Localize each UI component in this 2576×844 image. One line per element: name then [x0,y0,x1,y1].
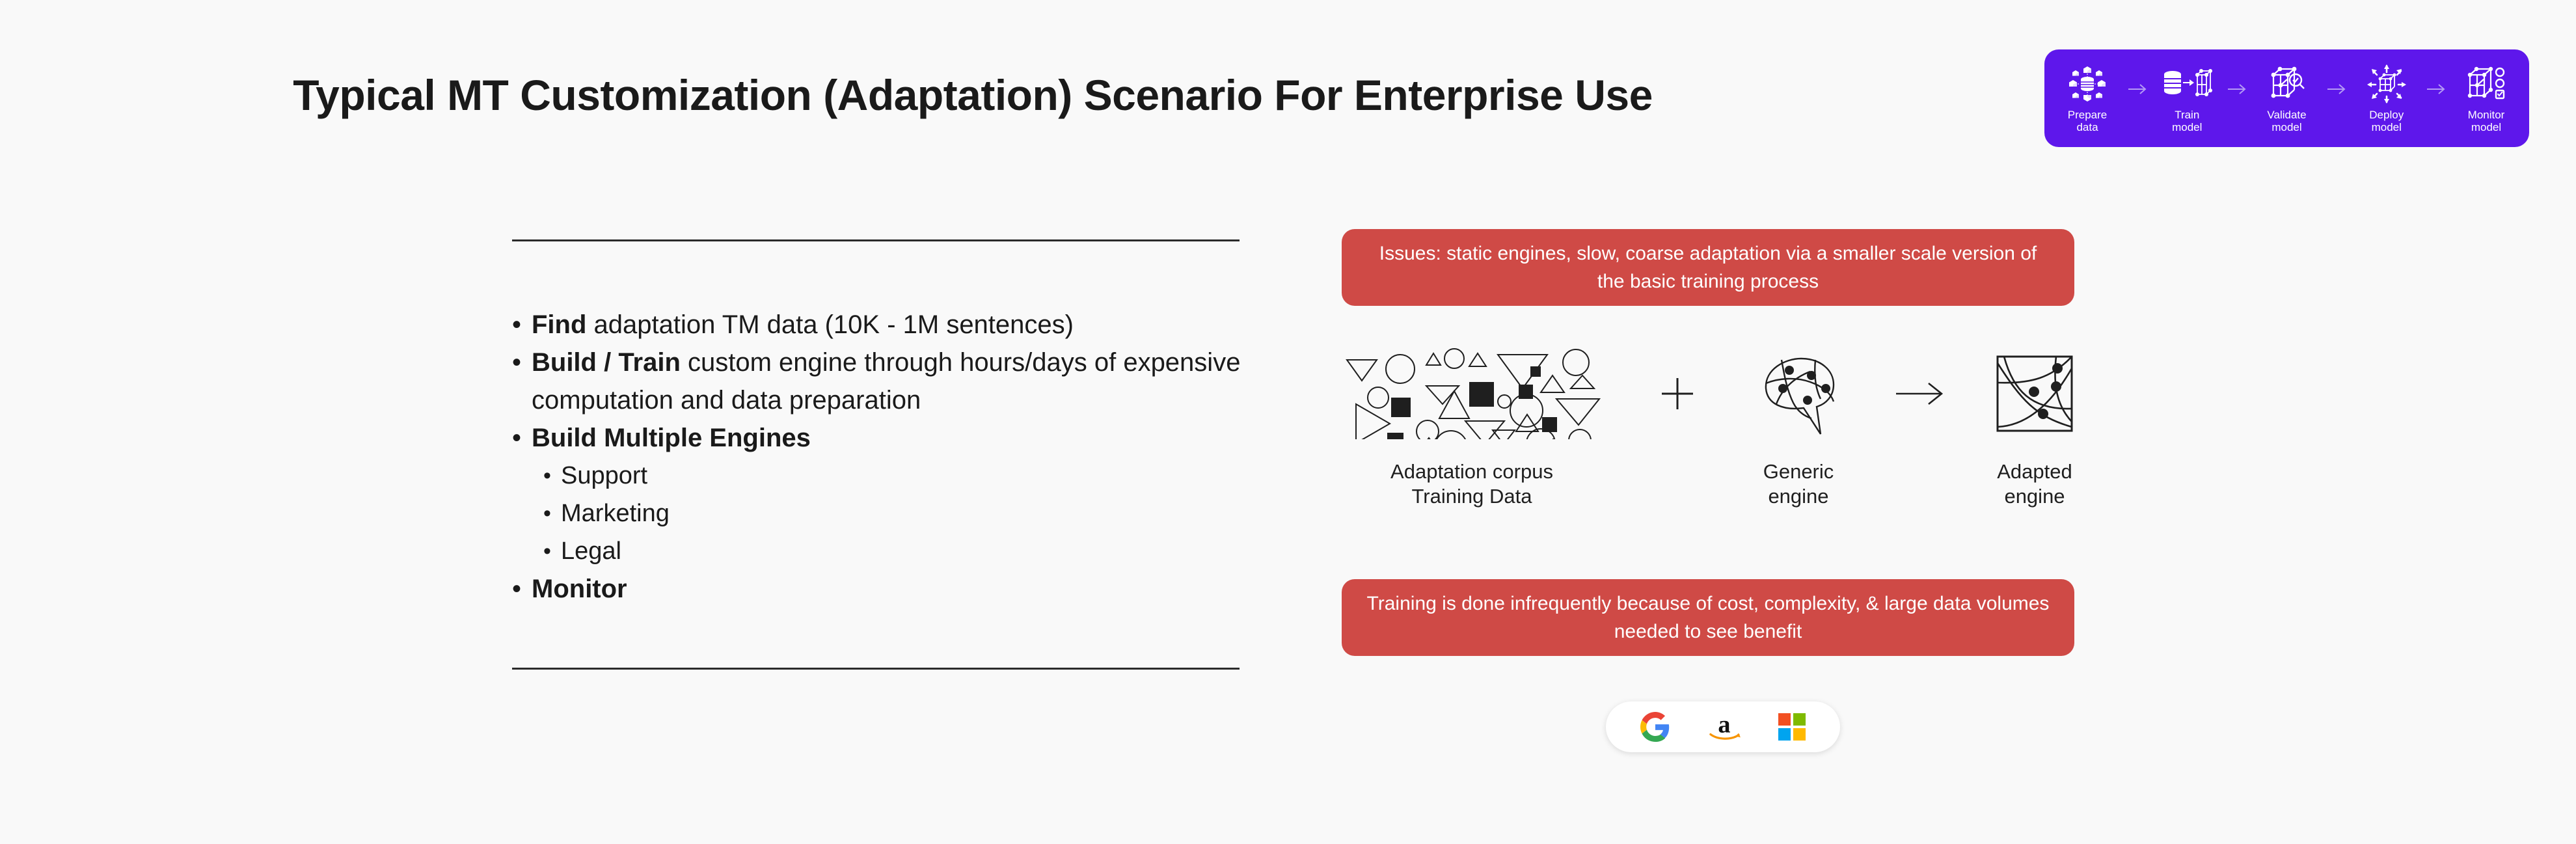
pipeline-step-label: Train model [2172,109,2203,133]
flow-label-corpus: Adaptation corpus Training Data [1390,460,1553,508]
list-item: • Build Multiple Engines [512,419,1247,457]
flow-label-generic-engine: Generic engine [1763,460,1834,508]
pipeline-arrow-4 [2425,83,2447,95]
divider-top [512,239,1240,241]
pipeline-step-label: Deploy model [2369,109,2404,133]
amazon-logo: a [1705,712,1743,742]
pipeline-arrow-3 [2325,83,2348,95]
adaptation-flow-diagram: Adaptation corpus Training Data Generic … [1342,345,2074,547]
sub-list-item: • Legal [512,532,1247,570]
flow-label-adapted-engine: Adapted engine [1997,460,2072,508]
sub-list-item-text: Support [561,462,648,489]
sub-list-item: • Support [512,457,1247,495]
list-item: • Find adaptation TM data (10K - 1M sent… [512,306,1247,344]
list-item-text: Find adaptation TM data (10K - 1M senten… [532,306,1247,344]
ml-pipeline-badge: Prepare data Train model Validate model … [2044,49,2529,147]
bullet-dot-icon: • [512,424,522,452]
pipeline-arrow-1 [2126,83,2149,95]
list-item: • Monitor [512,570,1247,608]
microsoft-logo [1778,713,1806,741]
pipeline-step-validate-model[interactable]: Validate model [2256,63,2318,133]
train-model-icon [2162,63,2213,105]
list-item: • Build / Train custom engine through ho… [512,344,1247,419]
deploy-model-icon [2366,63,2406,105]
sub-list-item-text: Marketing [561,500,670,527]
pipeline-step-label: Prepare data [2067,109,2108,133]
list-item-bold: Monitor [532,575,627,603]
google-logo [1640,712,1670,742]
list-item-text: Build Multiple Engines [532,419,1247,457]
list-item-rest: adaptation TM data (10K - 1M sentences) [586,310,1074,339]
flow-item-adapted-engine: Adapted engine [1995,345,2074,509]
bullet-dot-icon: • [512,575,522,603]
slide-canvas: Typical MT Customization (Adaptation) Sc… [0,0,2576,844]
svg-text:a: a [1718,712,1730,739]
validate-model-icon [2268,63,2306,105]
list-item-bold: Build Multiple Engines [532,424,811,452]
sub-bullet-dot-icon: • [543,501,551,526]
training-frequency-banner: Training is done infrequently because of… [1342,579,2074,656]
pipeline-step-train-model[interactable]: Train model [2156,63,2218,133]
training-frequency-banner-text: Training is done infrequently because of… [1366,593,2050,642]
page-title: Typical MT Customization (Adaptation) Sc… [293,71,1653,119]
sub-bullet-dot-icon: • [543,539,551,564]
bullet-dot-icon: • [512,348,522,377]
brain-network-icon [1753,345,1844,442]
adaptation-steps-list: • Find adaptation TM data (10K - 1M sent… [512,306,1247,608]
sub-list-item: • Marketing [512,495,1247,532]
list-item-text: Monitor [532,570,1247,608]
training-data-shapes-icon [1342,345,1602,442]
list-item-text: Build / Train custom engine through hour… [532,344,1247,419]
plus-icon [1648,345,1707,442]
list-item-bold: Build / Train [532,348,681,377]
issues-banner-text: Issues: static engines, slow, coarse ada… [1379,243,2037,292]
prepare-data-icon [2068,63,2106,105]
pipeline-step-monitor-model[interactable]: Monitor model [2455,63,2517,133]
issues-banner: Issues: static engines, slow, coarse ada… [1342,229,2074,306]
divider-bottom [512,668,1240,670]
sub-bullet-dot-icon: • [543,463,551,488]
pipeline-step-prepare-data[interactable]: Prepare data [2056,63,2119,133]
sub-list-item-text: Legal [561,538,621,565]
pipeline-step-label: Validate model [2267,109,2307,133]
flow-item-corpus: Adaptation corpus Training Data [1342,345,1602,509]
right-arrow-icon [1890,345,1949,442]
bullet-dot-icon: • [512,310,522,339]
vendor-logos-pill: a [1606,701,1840,752]
flow-item-generic-engine: Generic engine [1753,345,1844,509]
pipeline-step-deploy-model[interactable]: Deploy model [2355,63,2418,133]
pipeline-arrow-2 [2226,83,2248,95]
pipeline-step-label: Monitor model [2467,109,2505,133]
monitor-model-icon [2466,63,2506,105]
adapted-engine-square-icon [1995,345,2074,442]
list-item-bold: Find [532,310,587,339]
